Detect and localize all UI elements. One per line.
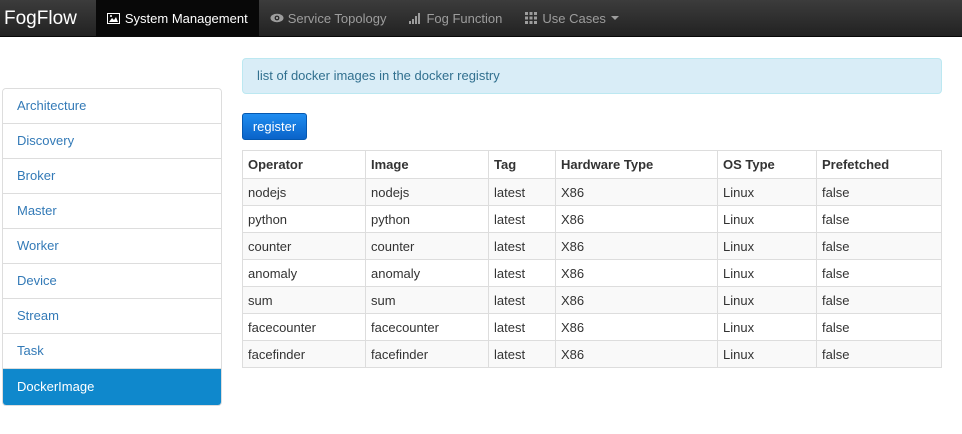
table-cell: false xyxy=(816,232,942,260)
sidebar: Architecture Discovery Broker Master Wor… xyxy=(2,88,222,406)
table-cell: anomaly xyxy=(365,259,489,287)
table-cell: anomaly xyxy=(242,259,366,287)
table-cell: latest xyxy=(488,286,556,314)
table-cell: X86 xyxy=(555,232,718,260)
table-cell: latest xyxy=(488,313,556,341)
eye-icon xyxy=(270,11,284,25)
table-row[interactable]: anomaly anomaly latest X86 Linux false xyxy=(242,259,942,287)
table-cell: X86 xyxy=(555,205,718,233)
table-cell: X86 xyxy=(555,340,718,368)
table-row[interactable]: counter counter latest X86 Linux false xyxy=(242,232,942,260)
table-cell: Linux xyxy=(717,259,817,287)
grid-icon xyxy=(524,11,538,25)
table-cell: nodejs xyxy=(365,178,489,206)
table-cell: Linux xyxy=(717,286,817,314)
sidebar-item-worker[interactable]: Worker xyxy=(3,229,221,264)
nav-label: Use Cases xyxy=(542,10,606,26)
sidebar-item-discovery[interactable]: Discovery xyxy=(3,124,221,159)
table-cell: Linux xyxy=(717,178,817,206)
column-header-tag[interactable]: Tag xyxy=(488,150,556,179)
table-cell: python xyxy=(242,205,366,233)
table-cell: latest xyxy=(488,340,556,368)
nav-fog-function[interactable]: Fog Function xyxy=(397,0,513,37)
table-cell: false xyxy=(816,205,942,233)
sidebar-item-task[interactable]: Task xyxy=(3,334,221,369)
table-cell: latest xyxy=(488,205,556,233)
table-row[interactable]: python python latest X86 Linux false xyxy=(242,205,942,233)
brand-logo[interactable]: FogFlow xyxy=(0,0,96,37)
table-cell: X86 xyxy=(555,313,718,341)
table-cell: facefinder xyxy=(242,340,366,368)
table-cell: Linux xyxy=(717,313,817,341)
nav-use-cases[interactable]: Use Cases xyxy=(513,0,630,37)
sidebar-item-broker[interactable]: Broker xyxy=(3,159,221,194)
nav-label: Fog Function xyxy=(426,10,503,26)
top-navbar: FogFlow System Management Service Topolo… xyxy=(0,0,962,37)
table-cell: Linux xyxy=(717,205,817,233)
column-header-hardware-type[interactable]: Hardware Type xyxy=(555,150,718,179)
table-cell: X86 xyxy=(555,286,718,314)
table-header-row: Operator Image Tag Hardware Type OS Type… xyxy=(242,150,942,179)
column-header-os-type[interactable]: OS Type xyxy=(717,150,817,179)
column-header-prefetched[interactable]: Prefetched xyxy=(816,150,942,179)
table-row[interactable]: facefinder facefinder latest X86 Linux f… xyxy=(242,340,942,368)
table-cell: sum xyxy=(365,286,489,314)
table-cell: sum xyxy=(242,286,366,314)
table-row[interactable]: sum sum latest X86 Linux false xyxy=(242,286,942,314)
nav-label: Service Topology xyxy=(287,10,387,26)
table-cell: latest xyxy=(488,259,556,287)
table-cell: false xyxy=(816,259,942,287)
table-cell: false xyxy=(816,178,942,206)
sidebar-item-architecture[interactable]: Architecture xyxy=(3,89,221,124)
main-nav: System Management Service Topology Fog F… xyxy=(95,0,630,37)
sidebar-item-stream[interactable]: Stream xyxy=(3,299,221,334)
table-cell: Linux xyxy=(717,232,817,260)
table-cell: X86 xyxy=(555,259,718,287)
table-cell: latest xyxy=(488,232,556,260)
table-cell: X86 xyxy=(555,178,718,206)
table-cell: python xyxy=(365,205,489,233)
table-cell: latest xyxy=(488,178,556,206)
table-cell: facecounter xyxy=(365,313,489,341)
docker-images-table: Operator Image Tag Hardware Type OS Type… xyxy=(242,150,942,368)
register-button[interactable]: register xyxy=(242,113,307,140)
info-alert: list of docker images in the docker regi… xyxy=(242,58,942,94)
nav-service-topology[interactable]: Service Topology xyxy=(259,0,398,37)
table-cell: nodejs xyxy=(242,178,366,206)
nav-system-management[interactable]: System Management xyxy=(95,0,259,37)
nav-label: System Management xyxy=(124,10,248,26)
table-cell: facefinder xyxy=(365,340,489,368)
table-cell: counter xyxy=(242,232,366,260)
table-cell: false xyxy=(816,340,942,368)
table-row[interactable]: nodejs nodejs latest X86 Linux false xyxy=(242,178,942,206)
column-header-operator[interactable]: Operator xyxy=(242,150,366,179)
sidebar-item-master[interactable]: Master xyxy=(3,194,221,229)
signal-icon xyxy=(408,11,422,25)
table-cell: false xyxy=(816,313,942,341)
table-row[interactable]: facecounter facecounter latest X86 Linux… xyxy=(242,313,942,341)
sidebar-item-dockerimage[interactable]: DockerImage xyxy=(3,369,221,405)
sidebar-item-device[interactable]: Device xyxy=(3,264,221,299)
table-cell: Linux xyxy=(717,340,817,368)
picture-icon xyxy=(107,11,121,25)
table-cell: facecounter xyxy=(242,313,366,341)
table-cell: counter xyxy=(365,232,489,260)
table-cell: false xyxy=(816,286,942,314)
column-header-image[interactable]: Image xyxy=(365,150,489,179)
chevron-down-icon xyxy=(610,16,619,20)
